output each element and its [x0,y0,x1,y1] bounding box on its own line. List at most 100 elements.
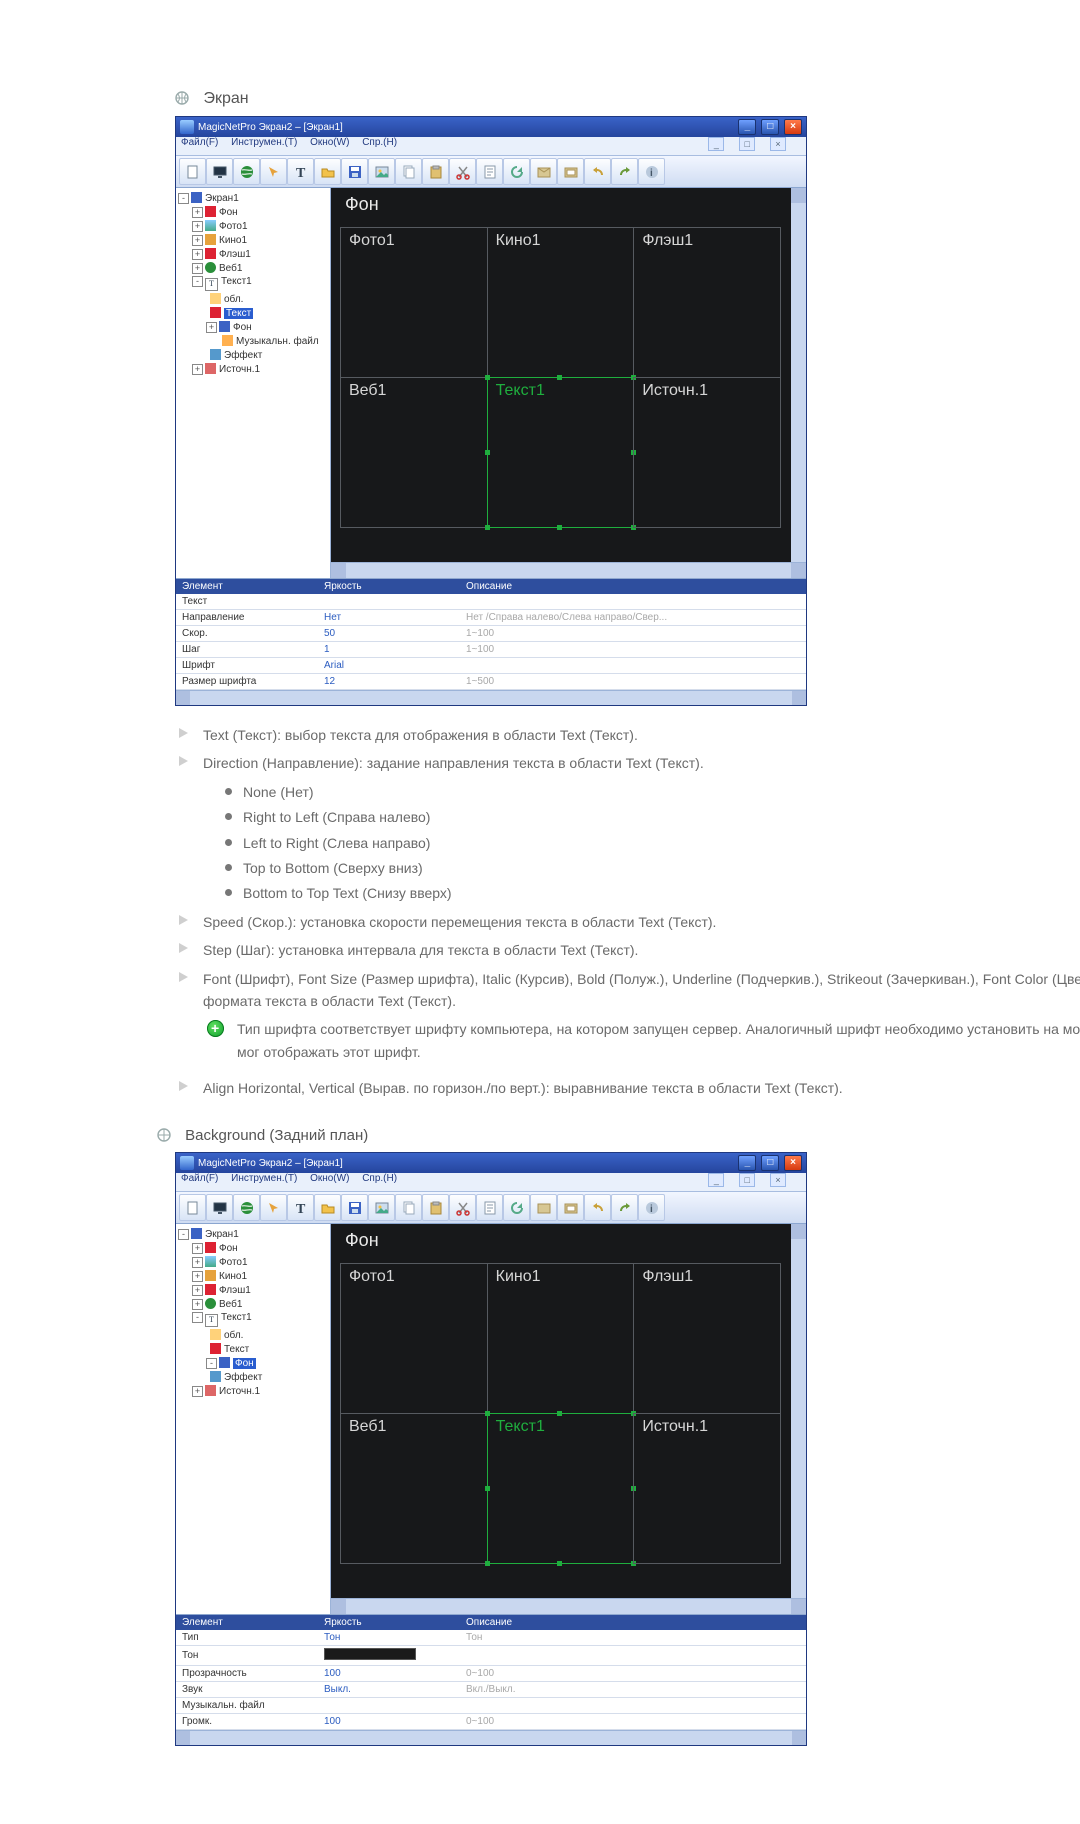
table-row[interactable]: Прозрачность1000~100 [176,1666,806,1682]
table-row[interactable]: НаправлениеНетНет /Справа налево/Слева н… [176,610,806,626]
tool-image-icon[interactable] [368,158,395,185]
menu-help[interactable]: Спр.(H) [362,137,397,148]
tool-refresh-icon[interactable] [503,158,530,185]
canvas-bg-label: Фон [345,194,379,215]
tool-front-icon[interactable] [557,158,584,185]
cell-flash[interactable]: Флэш1 [633,227,781,378]
doc-direction: Direction (Направление): задание направл… [177,752,1080,774]
menu-tools[interactable]: Инструмен.(T) [231,1173,297,1184]
menu-file[interactable]: Файл(F) [181,1173,218,1184]
cell-photo[interactable]: Фото1 [340,1263,488,1414]
inner-restore-button[interactable]: □ [739,137,755,151]
cell-web[interactable]: Веб1 [340,1413,488,1564]
tool-redo-icon[interactable] [611,158,638,185]
tool-globe-icon[interactable] [233,158,260,185]
doc-align: Align Horizontal, Vertical (Вырав. по го… [177,1077,1080,1099]
canvas-hscroll[interactable] [331,562,806,578]
cell-text-selected[interactable]: Текст1 [487,1413,635,1564]
canvas-hscroll[interactable] [331,1598,806,1614]
table-row[interactable]: ТипТонТон [176,1630,806,1646]
tree-bg[interactable]: -Экран1 +Фон +Фото1 +Кино1 +Флэш1 +Веб1 … [176,1224,331,1614]
tool-undo-icon[interactable] [584,1194,611,1221]
vscroll-up-icon[interactable] [791,188,806,203]
tool-back-icon[interactable] [530,158,557,185]
inner-close-button[interactable]: × [770,137,786,151]
tool-arrow-icon[interactable] [260,1194,287,1221]
tool-copy-icon[interactable] [395,158,422,185]
menu-window[interactable]: Окно(W) [310,137,349,148]
table-row[interactable]: Музыкальн. файл [176,1698,806,1714]
tool-props-icon[interactable] [476,1194,503,1221]
maximize-button[interactable]: □ [761,1155,779,1171]
tool-monitor-icon[interactable] [206,158,233,185]
tool-props-icon[interactable] [476,158,503,185]
menu-tools[interactable]: Инструмен.(T) [231,137,297,148]
tool-open-icon[interactable] [314,1194,341,1221]
tool-back-icon[interactable] [530,1194,557,1221]
inner-minimize-button[interactable]: _ [708,137,724,151]
tool-paste-icon[interactable] [422,1194,449,1221]
tool-paste-icon[interactable] [422,158,449,185]
vscroll-up-icon[interactable] [791,1224,806,1239]
tool-globe-icon[interactable] [233,1194,260,1221]
props-hscroll[interactable] [176,1730,806,1745]
minimize-button[interactable]: _ [738,1155,756,1171]
cell-web[interactable]: Веб1 [340,377,488,528]
tool-new-icon[interactable] [179,1194,206,1221]
tool-new-icon[interactable] [179,158,206,185]
tool-text-icon[interactable]: T [287,158,314,185]
minimize-button[interactable]: _ [738,119,756,135]
tool-arrow-icon[interactable] [260,158,287,185]
table-row[interactable]: Скор.501~100 [176,626,806,642]
inner-close-button[interactable]: × [770,1173,786,1187]
canvas[interactable]: Фон Фото1 Кино1 Флэш1 Веб1 Текст1 Источн… [331,188,806,578]
effect-icon [210,1371,221,1382]
table-row[interactable]: Размер шрифта121~500 [176,674,806,690]
tree-text[interactable]: -Экран1 +Фон +Фото1 +Кино1 +Флэш1 +Веб1 … [176,188,331,578]
text-t-icon: T [205,278,218,291]
props-hscroll[interactable] [176,690,806,705]
cell-photo[interactable]: Фото1 [340,227,488,378]
tree-selected-text[interactable]: Текст [224,308,253,319]
tool-cut-icon[interactable] [449,1194,476,1221]
canvas[interactable]: Фон Фото1 Кино1 Флэш1 Веб1 Текст1 Источн… [331,1224,806,1614]
tool-open-icon[interactable] [314,158,341,185]
tool-info-icon[interactable]: i [638,1194,665,1221]
cell-source[interactable]: Источн.1 [633,377,781,528]
window-buttons-inner: _ □ × [706,137,796,151]
cell-movie[interactable]: Кино1 [487,1263,635,1414]
menu-window[interactable]: Окно(W) [310,1173,349,1184]
inner-restore-button[interactable]: □ [739,1173,755,1187]
tool-front-icon[interactable] [557,1194,584,1221]
table-row[interactable]: Текст [176,594,806,610]
table-row[interactable]: Тон [176,1646,806,1666]
cell-source[interactable]: Источн.1 [633,1413,781,1564]
tool-cut-icon[interactable] [449,158,476,185]
table-row[interactable]: Шаг11~100 [176,642,806,658]
web-icon [205,1298,216,1309]
table-row[interactable]: Громк.1000~100 [176,1714,806,1730]
tool-image-icon[interactable] [368,1194,395,1221]
menu-file[interactable]: Файл(F) [181,137,218,148]
tool-refresh-icon[interactable] [503,1194,530,1221]
tool-redo-icon[interactable] [611,1194,638,1221]
menu-help[interactable]: Спр.(H) [362,1173,397,1184]
cell-flash[interactable]: Флэш1 [633,1263,781,1414]
tool-save-icon[interactable] [341,1194,368,1221]
table-row[interactable]: ШрифтArial [176,658,806,674]
close-button[interactable]: × [784,1155,802,1171]
tool-text-icon[interactable]: T [287,1194,314,1221]
cell-movie[interactable]: Кино1 [487,227,635,378]
tool-save-icon[interactable] [341,158,368,185]
tool-copy-icon[interactable] [395,1194,422,1221]
tree-selected-bg[interactable]: Фон [233,1358,256,1369]
maximize-button[interactable]: □ [761,119,779,135]
tool-undo-icon[interactable] [584,158,611,185]
close-button[interactable]: × [784,119,802,135]
tool-info-icon[interactable]: i [638,158,665,185]
menubar: Файл(F) Инструмен.(T) Окно(W) Спр.(H) _ … [176,1173,806,1191]
table-row[interactable]: ЗвукВыкл.Вкл./Выкл. [176,1682,806,1698]
tool-monitor-icon[interactable] [206,1194,233,1221]
cell-text-selected[interactable]: Текст1 [487,377,635,528]
inner-minimize-button[interactable]: _ [708,1173,724,1187]
